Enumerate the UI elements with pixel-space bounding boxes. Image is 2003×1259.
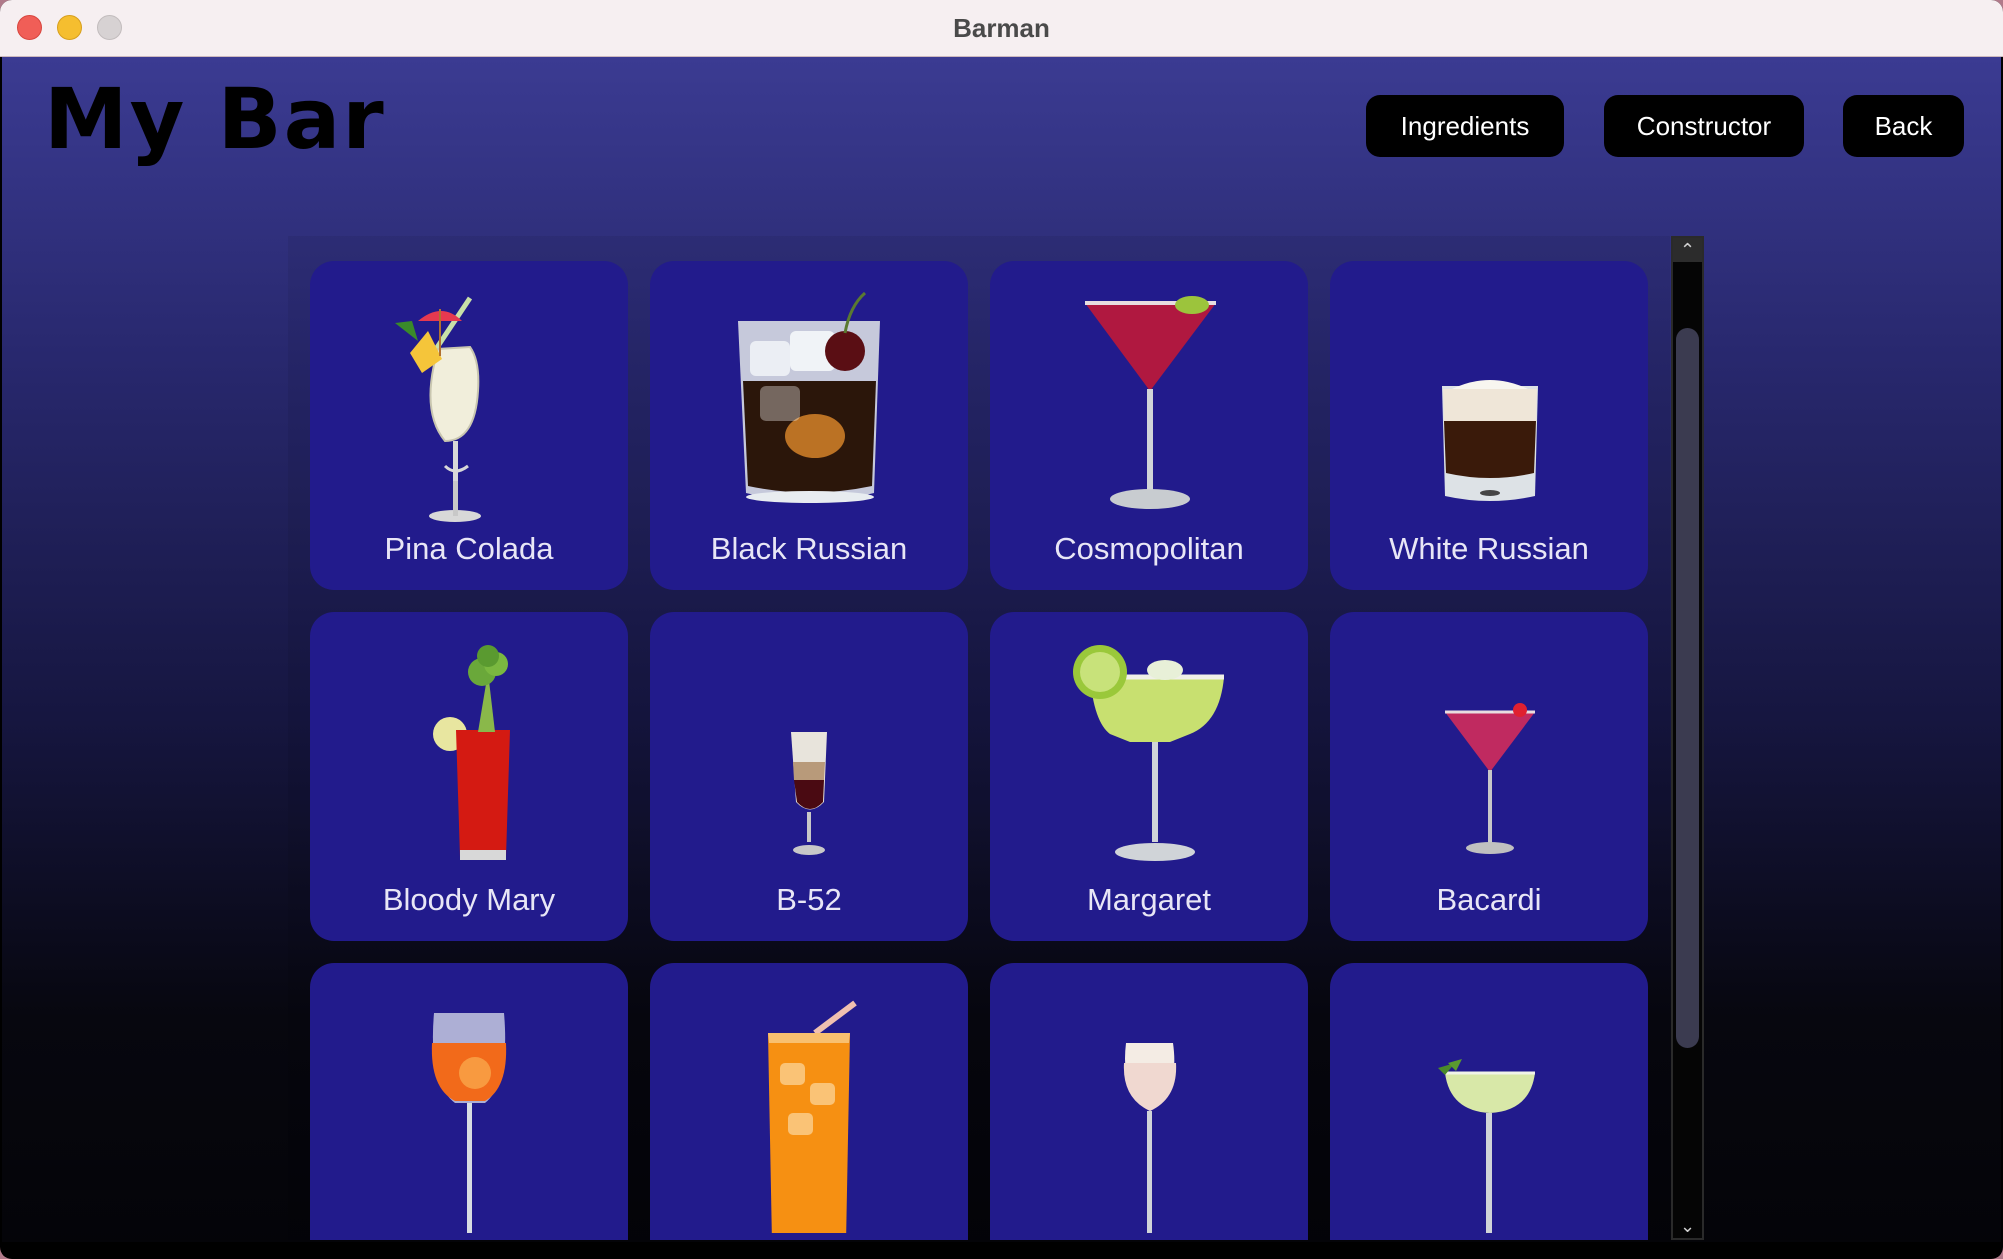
vertical-scrollbar[interactable]: ⌃ ⌄ [1671, 236, 1704, 1240]
cocktail-card-white-russian[interactable]: White Russian [1330, 261, 1648, 590]
constructor-button[interactable]: Constructor [1604, 95, 1804, 157]
cocktail-card-black-russian[interactable]: Black Russian [650, 261, 968, 590]
cocktail-name: Cosmopolitan [1054, 531, 1244, 566]
cocktail-name: Pina Colada [384, 531, 554, 566]
page-title: My Bar [44, 70, 386, 168]
scrollbar-thumb[interactable] [1676, 328, 1699, 1048]
scroll-down-arrow-icon[interactable]: ⌄ [1673, 1214, 1702, 1238]
b52-glass-icon [791, 732, 827, 855]
cocktail-name: Margaret [1086, 882, 1212, 917]
cocktail-card-bacardi[interactable]: Bacardi [1330, 612, 1648, 941]
cocktail-card-cosmopolitan[interactable]: Cosmopolitan [990, 261, 1308, 590]
window-title: Barman [953, 13, 1050, 43]
cocktail-name: Bloody Mary [382, 882, 556, 917]
black-russian-glass-icon [738, 291, 880, 503]
cocktail-card-pina-colada[interactable]: Pina Colada [310, 261, 628, 590]
margarita-glass-icon [1073, 645, 1224, 861]
title-bar: Barman [0, 0, 2003, 57]
cocktail-card-b52[interactable]: B-52 [650, 612, 968, 941]
white-russian-glass-icon [1442, 380, 1538, 501]
bloody-mary-glass-icon [433, 645, 510, 860]
cocktail-grid: Pina Colada Black Russian Cosmopolitan W… [310, 261, 1648, 1240]
cosmopolitan-glass-icon [1085, 296, 1216, 509]
cocktail-card[interactable] [1330, 963, 1648, 1240]
cocktail-list-panel[interactable]: Pina Colada Black Russian Cosmopolitan W… [288, 236, 1670, 1240]
cocktail-card[interactable] [310, 963, 628, 1240]
pina-colada-glass-icon [395, 296, 481, 522]
cocktail-name: Black Russian [710, 531, 908, 566]
cocktail-card-bloody-mary[interactable]: Bloody Mary [310, 612, 628, 941]
cocktail-card-margaret[interactable]: Margaret [990, 612, 1308, 941]
bottom-bar [2, 1242, 2001, 1257]
daiquiri-coupe-glass-icon [1438, 1059, 1535, 1233]
cocktail-card[interactable] [990, 963, 1308, 1240]
white-wine-glass-icon [1123, 1043, 1177, 1233]
ingredients-button[interactable]: Ingredients [1366, 95, 1564, 157]
main-content: My Bar Ingredients Constructor Back Pina… [2, 57, 2001, 1257]
orange-highball-glass-icon [768, 1000, 857, 1233]
app-window: Barman My Bar Ingredients Constructor Ba… [0, 0, 2003, 1259]
cocktail-name: White Russian [1389, 531, 1589, 566]
bacardi-glass-icon [1445, 703, 1535, 854]
cocktail-name: Bacardi [1436, 882, 1542, 917]
scroll-up-arrow-icon[interactable]: ⌃ [1673, 238, 1702, 262]
cocktail-name: B-52 [776, 882, 842, 917]
back-button[interactable]: Back [1843, 95, 1964, 157]
spritz-glass-icon [431, 1013, 507, 1233]
cocktail-card[interactable] [650, 963, 968, 1240]
